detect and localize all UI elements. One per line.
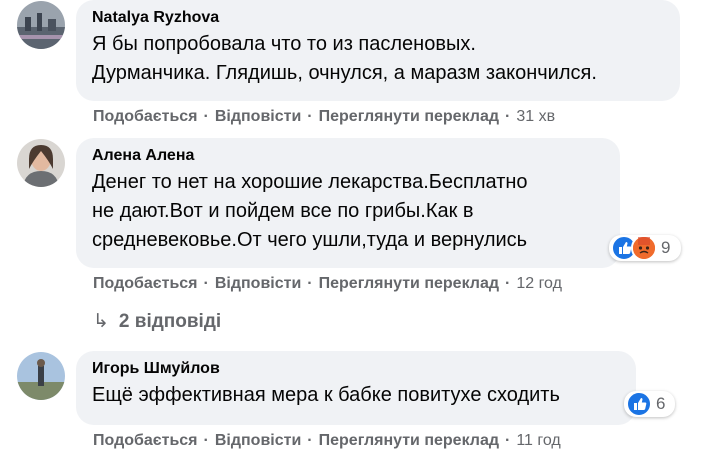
separator: · [203,275,209,292]
translate-link[interactable]: Переглянути переклад [319,432,499,449]
comment-author[interactable]: Игорь Шмуйлов [92,358,620,379]
reaction-summary[interactable]: 6 [624,391,675,417]
comment-bubble: Natalya Ryzhova Я бы попробовала что то … [76,0,680,101]
comment-actions: Подобається · Відповісти · Переглянути перек… [93,107,555,127]
timestamp[interactable]: 31 хв [516,108,555,125]
reply-link[interactable]: Відповісти [215,275,301,292]
separator: · [203,432,209,449]
comment-author[interactable]: Natalya Ryzhova [92,7,664,28]
view-replies-link[interactable]: ↳ 2 відповіді [93,310,221,334]
separator: · [203,108,209,125]
comment-actions: Подобається · Відповісти · Переглянути перек… [93,274,562,294]
like-icon [626,391,652,417]
reply-link[interactable]: Відповісти [215,432,301,449]
separator: · [505,432,511,449]
comment-author[interactable]: Алена Алена [92,145,604,166]
reply-link[interactable]: Відповісти [215,108,301,125]
translate-link[interactable]: Переглянути переклад [319,108,499,125]
comment-bubble: Алена Алена Денег то нет на хорошие лека… [76,138,620,268]
separator: · [505,275,511,292]
angry-icon [631,235,657,261]
like-link[interactable]: Подобається [93,108,198,125]
reaction-count: 6 [656,394,666,413]
comment-text: Денег то нет на хорошие лекарства.Беспла… [92,171,528,251]
separator: · [307,432,313,449]
reply-arrow-icon: ↳ [93,311,109,332]
timestamp[interactable]: 11 год [516,432,560,449]
avatar[interactable] [17,139,65,187]
separator: · [307,275,313,292]
comment-text: Ещё эффективная мера к бабке повитухе сх… [92,384,560,406]
avatar[interactable] [17,352,65,400]
like-link[interactable]: Подобається [93,432,198,449]
comment-text: Я бы попробовала что то из пасленовых. Д… [92,33,597,84]
avatar[interactable] [17,1,65,49]
comment-actions: Подобається · Відповісти · Переглянути перек… [93,431,561,451]
replies-count-label: 2 відповіді [118,311,222,332]
comment-bubble: Игорь Шмуйлов Ещё эффективная мера к баб… [76,351,636,425]
separator: · [307,108,313,125]
separator: · [505,108,511,125]
reaction-summary[interactable]: 9 [609,235,681,261]
timestamp[interactable]: 12 год [516,275,562,292]
translate-link[interactable]: Переглянути переклад [319,275,499,292]
reaction-count: 9 [661,238,671,257]
like-link[interactable]: Подобається [93,275,198,292]
